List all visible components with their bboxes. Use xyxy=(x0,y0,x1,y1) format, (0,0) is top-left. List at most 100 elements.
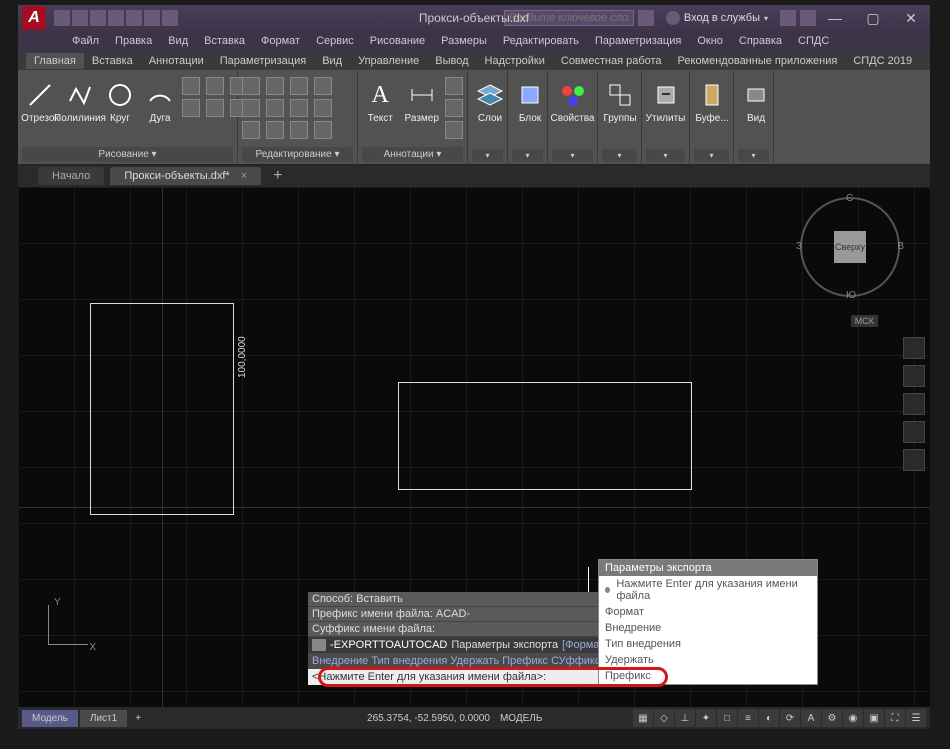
menu-tools[interactable]: Сервис xyxy=(312,33,358,49)
menu-dimension[interactable]: Размеры xyxy=(437,33,491,49)
ellipse-icon[interactable] xyxy=(206,77,224,95)
table-icon[interactable] xyxy=(445,99,463,117)
tab-addins[interactable]: Надстройки xyxy=(477,53,553,69)
qat-save-icon[interactable] xyxy=(90,10,106,26)
drawing-rect-1[interactable] xyxy=(90,303,234,515)
autocomplete-item[interactable]: Префикс xyxy=(599,668,817,684)
polyline-button[interactable]: Полилиния xyxy=(62,77,98,126)
view-button[interactable]: Вид xyxy=(738,77,774,126)
nav-zoom-icon[interactable] xyxy=(903,393,925,415)
snap-toggle-icon[interactable]: ◇ xyxy=(654,709,674,727)
offset-icon[interactable] xyxy=(314,121,332,139)
qat-new-icon[interactable] xyxy=(54,10,70,26)
drawing-rect-2[interactable] xyxy=(398,382,692,490)
tab-spds[interactable]: СПДС 2019 xyxy=(845,53,920,69)
rotate-icon[interactable] xyxy=(266,77,284,95)
tab-collab[interactable]: Совместная работа xyxy=(553,53,670,69)
move-icon[interactable] xyxy=(242,77,260,95)
clipboard-button[interactable]: Буфе... xyxy=(694,77,730,126)
menu-parametric[interactable]: Параметризация xyxy=(591,33,685,49)
sheet-model[interactable]: Модель xyxy=(22,710,78,727)
qat-redo-icon[interactable] xyxy=(162,10,178,26)
scale-icon[interactable] xyxy=(266,121,284,139)
sheet-layout1[interactable]: Лист1 xyxy=(80,710,127,727)
arc-button[interactable]: Дуга xyxy=(142,77,178,126)
autocomplete-item[interactable]: Внедрение xyxy=(599,620,817,636)
viewcube-e[interactable]: В xyxy=(897,241,904,252)
autocomplete-item[interactable]: Удержать xyxy=(599,652,817,668)
viewcube-n[interactable]: С xyxy=(846,193,853,204)
tab-main[interactable]: Главная xyxy=(26,53,84,69)
text-button[interactable]: AТекст xyxy=(362,77,398,126)
drawing-canvas[interactable]: 100,0000 Сверху С Ю В З МСК Y X Спосо xyxy=(18,187,930,707)
command-line[interactable]: Способ: Вставить Префикс имени файла: AC… xyxy=(308,592,638,685)
maximize-button[interactable]: ▢ xyxy=(854,5,892,31)
osnap-toggle-icon[interactable]: □ xyxy=(717,709,737,727)
grid-toggle-icon[interactable]: ▦ xyxy=(633,709,653,727)
tab-annotate[interactable]: Аннотации xyxy=(141,53,212,69)
dimension-button[interactable]: Размер xyxy=(402,77,441,126)
menu-format[interactable]: Формат xyxy=(257,33,304,49)
tab-output[interactable]: Вывод xyxy=(427,53,476,69)
help-icon[interactable] xyxy=(800,10,816,26)
qat-open-icon[interactable] xyxy=(72,10,88,26)
autocomplete-item[interactable]: Формат xyxy=(599,604,817,620)
copy-icon[interactable] xyxy=(242,99,260,117)
isolate-icon[interactable]: ◉ xyxy=(843,709,863,727)
viewcube[interactable]: Сверху С Ю В З xyxy=(800,197,900,297)
nav-pan-icon[interactable] xyxy=(903,365,925,387)
doctab-active[interactable]: Прокси-объекты.dxf* × xyxy=(110,167,261,185)
menu-window[interactable]: Окно xyxy=(693,33,727,49)
minimize-button[interactable]: — xyxy=(816,5,854,31)
customize-icon[interactable]: ☰ xyxy=(906,709,926,727)
exchange-icon[interactable] xyxy=(780,10,796,26)
panel-view-expand[interactable]: ▾ xyxy=(738,149,769,162)
stretch-icon[interactable] xyxy=(242,121,260,139)
wcs-label[interactable]: МСК xyxy=(851,315,878,327)
nav-showmotion-icon[interactable] xyxy=(903,449,925,471)
point-icon[interactable] xyxy=(206,99,224,117)
tab-view[interactable]: Вид xyxy=(314,53,350,69)
viewcube-top[interactable]: Сверху xyxy=(834,231,866,263)
array-icon[interactable] xyxy=(290,121,308,139)
menu-help[interactable]: Справка xyxy=(735,33,786,49)
spline-icon[interactable] xyxy=(182,77,200,95)
panel-clipboard-expand[interactable]: ▾ xyxy=(694,149,729,162)
utils-button[interactable]: Утилиты xyxy=(646,77,685,126)
explode-icon[interactable] xyxy=(314,99,332,117)
menu-file[interactable]: Файл xyxy=(68,33,103,49)
qat-undo-icon[interactable] xyxy=(144,10,160,26)
tab-manage[interactable]: Управление xyxy=(350,53,427,69)
layers-button[interactable]: Слои xyxy=(472,77,508,126)
nav-wheel-icon[interactable] xyxy=(903,337,925,359)
mirror-icon[interactable] xyxy=(266,99,284,117)
add-sheet-button[interactable]: + xyxy=(129,713,147,724)
lineweight-icon[interactable]: ≡ xyxy=(738,709,758,727)
hardware-icon[interactable]: ▣ xyxy=(864,709,884,727)
workspace-icon[interactable]: ⚙ xyxy=(822,709,842,727)
doctab-start[interactable]: Начало xyxy=(38,167,104,185)
transparency-icon[interactable]: ◐ xyxy=(759,709,779,727)
nav-orbit-icon[interactable] xyxy=(903,421,925,443)
fillet-icon[interactable] xyxy=(290,99,308,117)
cmd-prompt-row[interactable]: <Нажмите Enter для указания имени файла>… xyxy=(308,669,638,685)
leader-icon[interactable] xyxy=(445,77,463,95)
cycling-icon[interactable]: ⟳ xyxy=(780,709,800,727)
viewcube-s[interactable]: Ю xyxy=(846,290,856,301)
trim-icon[interactable] xyxy=(290,77,308,95)
close-button[interactable]: ✕ xyxy=(892,5,930,31)
rect-icon[interactable] xyxy=(182,99,200,117)
infocenter-icon[interactable] xyxy=(638,10,654,26)
panel-layers-expand[interactable]: ▾ xyxy=(472,149,503,162)
ortho-toggle-icon[interactable]: ⊥ xyxy=(675,709,695,727)
panel-props-expand[interactable]: ▾ xyxy=(552,149,593,162)
panel-block-expand[interactable]: ▾ xyxy=(512,149,543,162)
groups-button[interactable]: Группы xyxy=(602,77,638,126)
annoscale-icon[interactable]: A xyxy=(801,709,821,727)
menu-modify[interactable]: Редактировать xyxy=(499,33,583,49)
ucs-icon[interactable]: Y X xyxy=(36,597,96,657)
erase-icon[interactable] xyxy=(314,77,332,95)
new-tab-button[interactable]: + xyxy=(273,167,282,185)
polar-toggle-icon[interactable]: ✦ xyxy=(696,709,716,727)
line-button[interactable]: Отрезок xyxy=(22,77,58,126)
